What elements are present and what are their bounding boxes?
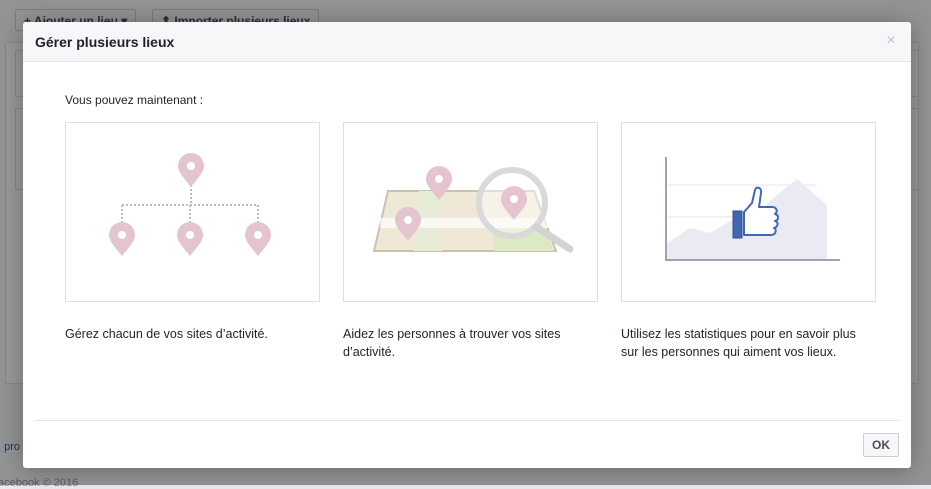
map-search-icon — [372, 166, 574, 253]
footer-divider — [35, 420, 899, 421]
close-icon[interactable]: × — [883, 33, 899, 49]
dialog-header: Gérer plusieurs lieux × — [23, 22, 911, 62]
intro-text: Vous pouvez maintenant : — [65, 93, 204, 107]
feature-card-stats — [621, 122, 876, 302]
stats-like-icon — [665, 157, 840, 261]
feature-card-locations — [65, 122, 320, 302]
card-caption: Utilisez les statistiques pour en savoir… — [621, 327, 856, 359]
card-caption: Gérez chacun de vos sites d’activité. — [65, 327, 268, 341]
dialog-title: Gérer plusieurs lieux — [35, 34, 175, 50]
card-caption: Aidez les personnes à trouver vos sites … — [343, 327, 561, 359]
ok-button[interactable]: OK — [863, 433, 899, 457]
feature-card-map — [343, 122, 598, 302]
manage-places-dialog: Gérer plusieurs lieux × Vous pouvez main… — [23, 22, 911, 468]
location-tree-icon — [109, 153, 271, 256]
